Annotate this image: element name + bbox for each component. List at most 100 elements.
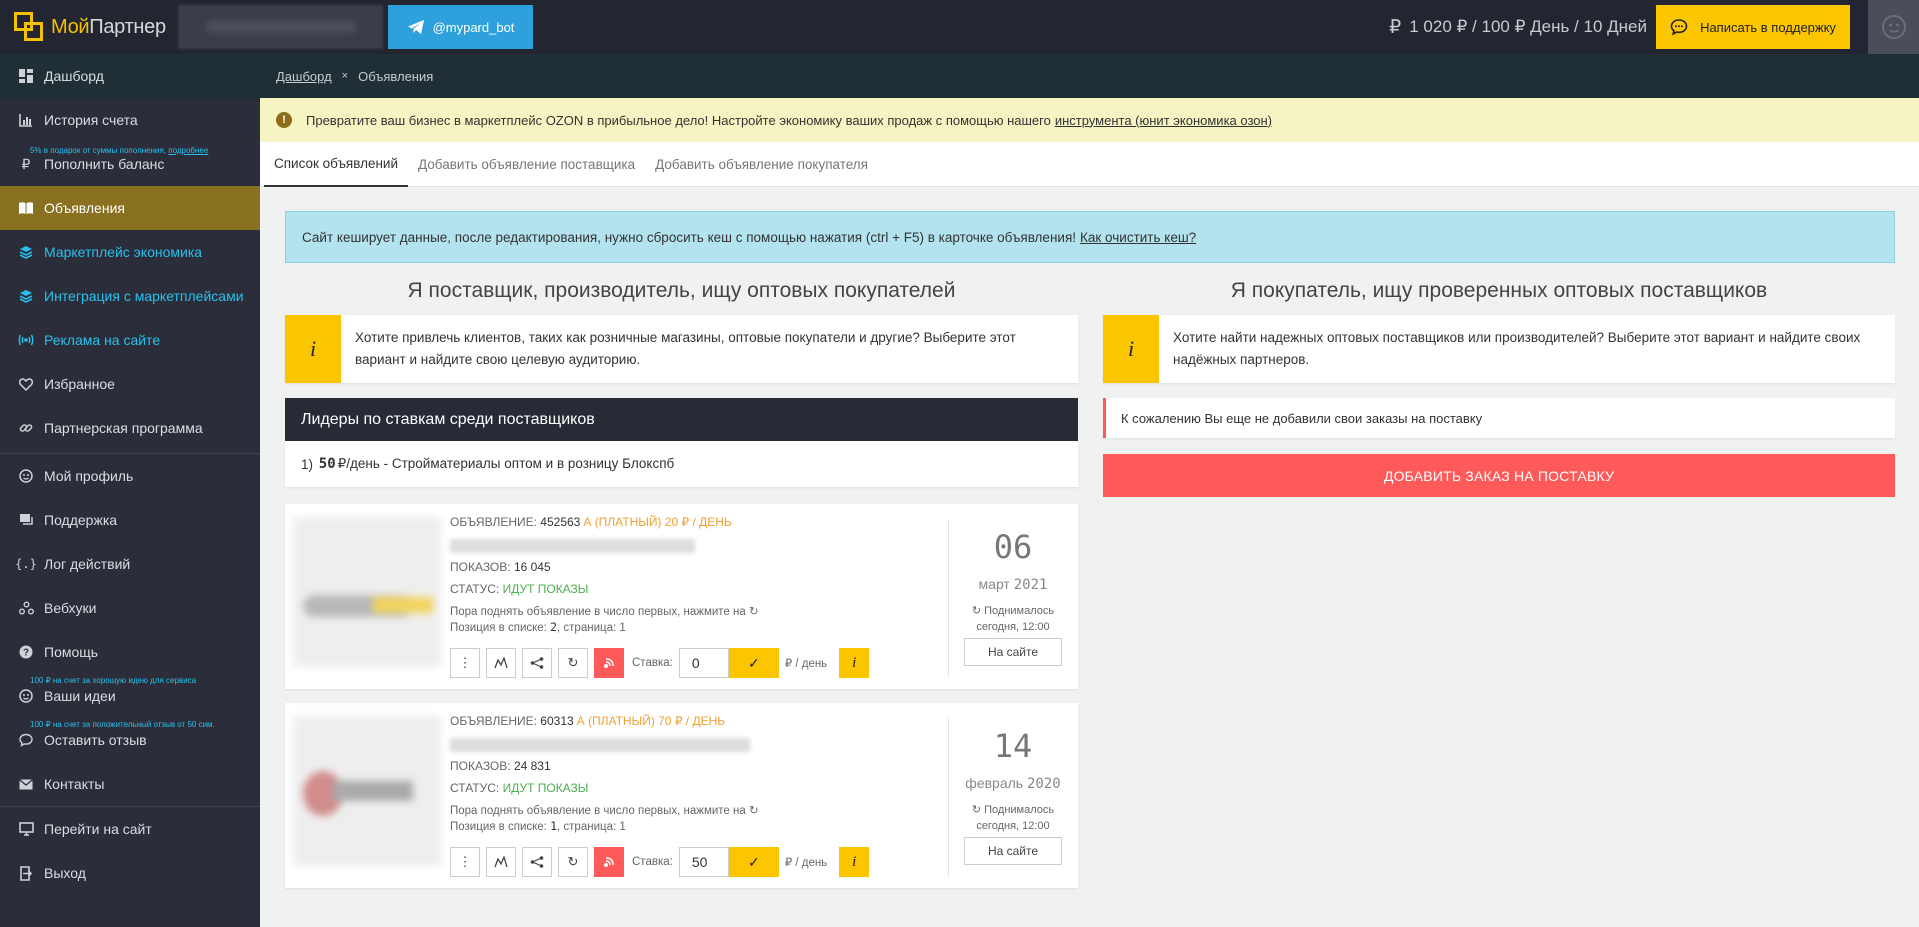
sidebar-item-advertising[interactable]: Реклама на сайте [0,318,260,362]
ozon-promo-link[interactable]: инструмента (юнит экономика озон) [1055,113,1272,128]
listing-image[interactable] [293,716,441,866]
share-button[interactable] [522,847,552,877]
sidebar-item-account-history[interactable]: История счета [0,98,260,142]
clear-cache-link[interactable]: Как очистить кеш? [1080,230,1196,245]
listing-type-badge: А (ПЛАТНЫЙ) 20 ₽ / ДЕНЬ [583,515,732,529]
breadcrumb-home-link[interactable]: Дашборд [276,69,332,84]
sidebar-item-label: Партнерская программа [44,420,203,436]
sidebar-item-partner-program[interactable]: Партнерская программа [0,406,260,450]
chart-icon [18,112,34,128]
listing-image[interactable] [293,517,441,667]
supplier-info-line: Хотите привлечь клиентов, таких как розн… [355,330,1016,345]
add-order-button[interactable]: ДОБАВИТЬ ЗАКАЗ НА ПОСТАВКУ [1103,454,1895,497]
sidebar-item-dashboard[interactable]: Дашборд [0,54,260,98]
raise-button[interactable]: ↻ [558,648,588,678]
more-options-button[interactable]: ⋮ [450,847,480,877]
listing-month: февраль [965,775,1024,791]
listing-card: ОБЪЯВЛЕНИЕ: 60313 А (ПЛАТНЫЙ) 70 ₽ / ДЕНЬ… [285,703,1078,888]
tab-listing-list[interactable]: Список объявлений [264,142,408,187]
listing-id-label: ОБЪЯВЛЕНИЕ: [450,515,537,529]
sidebar-item-marketplace-integration[interactable]: Интеграция с маркетплейсами [0,274,260,318]
sidebar-item-label: Вебхуки [44,600,97,616]
leader-rank: 1) [301,456,314,472]
leader-entry[interactable]: 1) 50 ₽/день - Стройматериалы оптом и в р… [285,441,1078,487]
sidebar-item-marketplace-economics[interactable]: Маркетплейс экономика [0,230,260,274]
sidebar-item-profile[interactable]: Мой профиль [0,454,260,498]
heart-icon [18,376,34,392]
sidebar-item-review[interactable]: Оставить отзыв [0,718,260,762]
support-button[interactable]: Написать в поддержку [1656,5,1850,49]
per-day-label: ₽ / день [784,658,828,670]
raised-label: Поднималось [984,605,1055,617]
listing-position: 1 [550,819,558,833]
breadcrumb-current: Объявления [358,68,434,84]
buyer-info-line: Хотите найти надежных оптовых поставщико… [1173,330,1861,345]
sidebar-item-logout[interactable]: Выход [0,851,260,895]
layers-icon [18,288,34,304]
balance-text: 1 020 ₽ / 100 ₽ День / 10 Дней [1409,17,1647,36]
sidebar: Дашборд История счета 5% в подарок от су… [0,54,260,927]
mail-icon [18,776,34,792]
listing-page: 1 [619,821,626,833]
broadcast-button[interactable] [594,648,624,678]
listing-id-label: ОБЪЯВЛЕНИЕ: [450,714,537,728]
tab-bar: Список объявлений Добавить объявление по… [260,142,1919,187]
sidebar-item-support[interactable]: Поддержка [0,498,260,542]
position-label: Позиция в списке: [450,821,547,833]
tab-add-buyer-listing[interactable]: Добавить объявление покупателя [645,142,878,187]
raise-button[interactable]: ↻ [558,847,588,877]
refresh-icon: ↻ [971,605,982,617]
info-button[interactable]: i [839,648,870,678]
telegram-bot-button[interactable]: @mypard_bot [388,5,533,49]
share-button[interactable] [522,648,552,678]
raised-time: сегодня, 12:00 [976,820,1050,832]
layers-icon [18,244,34,260]
sidebar-item-label: Интеграция с маркетплейсами [44,288,244,304]
sidebar-item-label: Помощь [44,644,99,660]
tab-add-supplier-listing[interactable]: Добавить объявление поставщика [408,142,645,187]
listing-title-blurred[interactable] [450,738,750,752]
stats-icon [494,856,508,868]
comment-icon [18,732,34,748]
sidebar-item-contacts[interactable]: Контакты [0,762,260,806]
sidebar-item-help[interactable]: ? Помощь [0,630,260,674]
breadcrumb: Дашборд × Объявления [260,54,1919,98]
sidebar-item-favorites[interactable]: Избранное [0,362,260,406]
listing-status-line: СТАТУС: ИДУТ ПОКАЗЫ [450,582,588,596]
sidebar-item-listings[interactable]: Объявления [0,186,260,230]
refresh-icon: ↻ [971,804,982,816]
raise-hint-text: Пора поднять объявление в число первых, … [450,805,746,817]
book-icon [18,200,34,216]
bid-input[interactable]: 0 [678,648,729,678]
stats-button[interactable] [486,648,516,678]
listing-year: 2020 [1026,776,1061,792]
position-line: Позиция в списке: 2, страница: 1 [450,620,626,634]
view-on-site-button[interactable]: На сайте [964,638,1062,666]
sidebar-item-top-up[interactable]: ₽ Пополнить баланс [0,142,260,186]
view-on-site-button[interactable]: На сайте [964,837,1062,865]
views-label: ПОКАЗОВ: [450,560,511,574]
listing-date-day: 14 [993,727,1033,765]
listing-title-blurred[interactable] [450,539,695,553]
sidebar-item-label: Дашборд [44,68,104,84]
user-avatar[interactable] [1868,0,1919,54]
listing-status-line: СТАТУС: ИДУТ ПОКАЗЫ [450,781,588,795]
bid-input[interactable]: 50 [678,847,729,877]
listing-id: 452563 [540,515,581,529]
listing-views: 16 045 [513,560,551,574]
telegram-bot-label: @mypard_bot [432,19,515,35]
sidebar-item-label: История счета [44,112,138,128]
sidebar-item-webhooks[interactable]: Вебхуки [0,586,260,630]
sidebar-item-go-to-site[interactable]: Перейти на сайт [0,807,260,851]
blurred-search-field[interactable] [178,5,383,49]
confirm-bid-button[interactable]: ✓ [728,847,779,877]
sidebar-item-ideas[interactable]: Ваши идеи [0,674,260,718]
sidebar-item-action-log[interactable]: {.} Лог действий [0,542,260,586]
views-label: ПОКАЗОВ: [450,759,511,773]
stats-button[interactable] [486,847,516,877]
more-options-button[interactable]: ⋮ [450,648,480,678]
logo[interactable]: МойПартнер [0,0,176,54]
info-button[interactable]: i [839,847,870,877]
broadcast-button[interactable] [594,847,624,877]
confirm-bid-button[interactable]: ✓ [728,648,779,678]
